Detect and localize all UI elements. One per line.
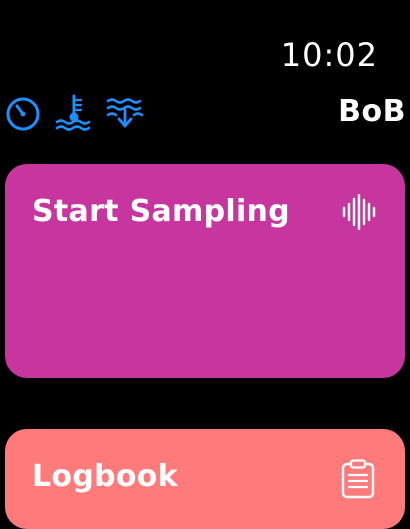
- logbook-label: Logbook: [32, 459, 178, 494]
- start-sampling-button[interactable]: Start Sampling: [5, 164, 405, 378]
- water-temperature-icon[interactable]: [55, 94, 93, 132]
- clock-time: 10:02: [280, 36, 378, 74]
- waveform-icon: [341, 194, 377, 230]
- water-depth-icon[interactable]: [106, 94, 144, 132]
- app-name: BoB: [338, 94, 406, 129]
- logbook-button[interactable]: Logbook: [5, 429, 405, 529]
- start-sampling-label: Start Sampling: [32, 194, 290, 229]
- status-row: BoB: [0, 94, 410, 134]
- clipboard-icon: [341, 459, 375, 499]
- timer-icon[interactable]: [4, 94, 42, 132]
